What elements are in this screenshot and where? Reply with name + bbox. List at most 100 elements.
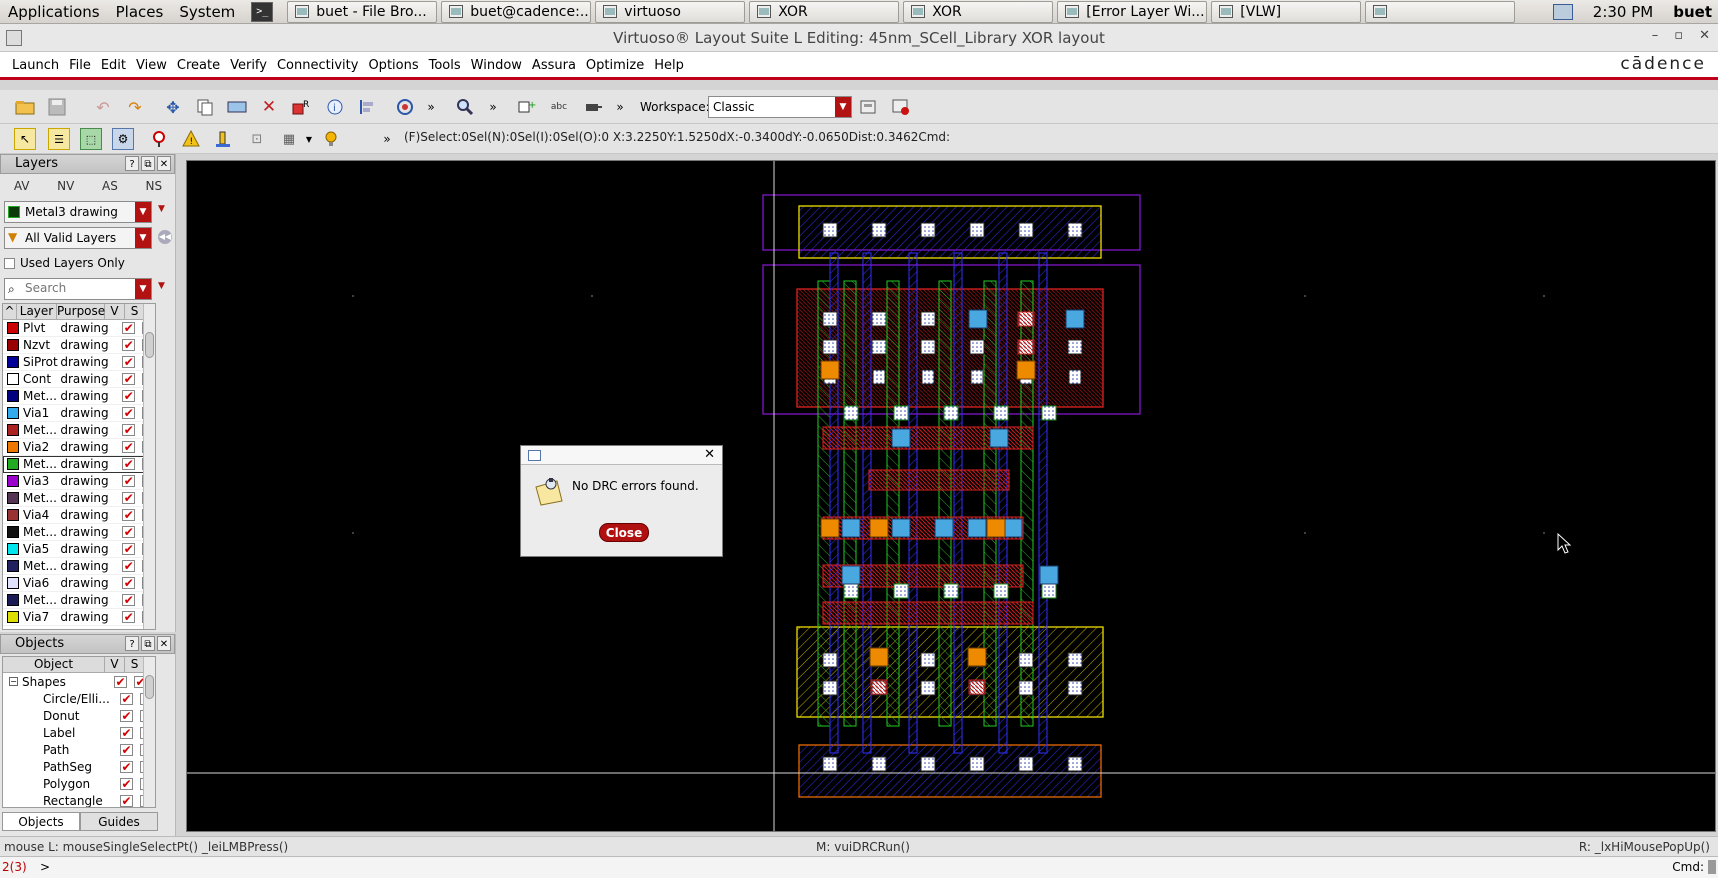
contact[interactable] [893,405,909,421]
chevron-down-icon[interactable]: ▼ [835,97,851,117]
contact[interactable] [822,652,838,668]
visible-checkbox[interactable]: ✔ [122,560,136,572]
visible-checkbox[interactable]: ✔ [122,526,136,538]
layer-row[interactable]: Met...drawing✔✔ [3,490,155,507]
visible-checkbox[interactable]: ✔ [120,777,133,790]
hierarchy-icon[interactable] [394,96,416,118]
menu-optimize[interactable]: Optimize [581,52,649,80]
layer-row[interactable]: Met...drawing✔✔ [3,422,155,439]
via1[interactable] [1003,518,1023,538]
via1[interactable] [934,518,954,538]
marker-icon[interactable] [212,128,234,150]
menu-create[interactable]: Create [172,52,225,80]
layer-search-field[interactable]: ⌕ ▼ [4,278,152,300]
contact[interactable] [1068,369,1082,385]
menu-assura[interactable]: Assura [527,52,581,80]
contact[interactable] [921,369,935,385]
layer-row[interactable]: Met...drawing✔✔ [3,524,155,541]
contact[interactable] [920,756,936,772]
visible-checkbox[interactable]: ✔ [122,441,136,453]
layout-canvas[interactable] [186,160,1716,832]
layer-row[interactable]: Met...drawing✔✔ [3,388,155,405]
via2[interactable] [1016,360,1036,380]
via1[interactable] [841,565,861,585]
visible-checkbox[interactable]: ✔ [122,509,136,521]
contact[interactable] [872,369,886,385]
menu-connectivity[interactable]: Connectivity [272,52,363,80]
taskbar-window-button[interactable]: virtuoso [595,0,746,23]
via1[interactable] [968,309,988,329]
layer-search-input[interactable] [25,281,125,295]
layer-row[interactable]: Via1drawing✔✔ [3,405,155,422]
float-icon[interactable]: ⧉ [141,156,155,171]
col-visible[interactable]: V [105,657,125,672]
visible-checkbox[interactable]: ✔ [114,675,127,688]
checkbox-icon[interactable] [4,257,15,269]
layer-row[interactable]: SiProtdrawing✔✔ [3,354,155,371]
via-marker[interactable] [1017,311,1035,327]
layer-row[interactable]: Met...drawing✔✔ [3,558,155,575]
contact[interactable] [871,339,887,355]
contact[interactable] [1067,339,1083,355]
layer-filter-select[interactable]: ▼ All Valid Layers ▼ [4,227,152,249]
align-icon[interactable] [356,96,378,118]
workspace-select[interactable]: Classic ▼ [708,96,852,118]
network-icon[interactable] [1552,3,1573,20]
ruler-icon[interactable]: ⊡ [246,128,268,150]
visible-checkbox[interactable]: ✔ [122,322,136,334]
contact[interactable] [822,311,838,327]
chevron-down-icon[interactable]: ▼ [135,202,151,222]
menu-file[interactable]: File [64,52,96,80]
contact[interactable] [843,583,859,599]
label-icon[interactable]: abc [548,96,570,118]
close-button[interactable]: Close [599,523,649,542]
close-window-icon[interactable]: ✕ [1699,28,1710,43]
create-instance-icon[interactable]: + [516,96,538,118]
layer-row[interactable]: Met...drawing✔✔ [3,456,155,473]
objects-tab-objects[interactable]: Objects [2,812,80,831]
col-selectable[interactable]: S [125,657,145,672]
via2[interactable] [869,647,889,667]
collapse-icon[interactable]: − [9,677,18,686]
workspace-save-icon[interactable] [858,96,880,118]
layer-menu-chevron-icon[interactable]: ▼ [158,204,165,214]
via-marker[interactable] [968,679,986,695]
move-icon[interactable]: ✥ [162,96,184,118]
taskbar-window-button[interactable]: buet - File Bro... [287,0,438,23]
save-icon[interactable] [46,96,68,118]
layer-tab-as[interactable]: AS [102,176,118,196]
visible-checkbox[interactable]: ✔ [122,339,136,351]
taskbar-window-button[interactable]: [Error Layer Wi... [1057,0,1208,23]
visible-checkbox[interactable]: ✔ [122,390,136,402]
pin-icon[interactable] [582,96,604,118]
taskbar-window-button[interactable]: XOR [903,0,1054,23]
delete-icon[interactable]: ✕ [258,96,280,118]
contact[interactable] [822,222,838,238]
visible-checkbox[interactable]: ✔ [122,373,136,385]
contact[interactable] [970,369,984,385]
dialog-close-icon[interactable]: ✕ [704,447,715,462]
col-layer[interactable]: Layer [17,304,57,319]
contact[interactable] [843,405,859,421]
objects-tree-root[interactable]: − Shapes ✔ ✔ [3,673,155,690]
contact[interactable] [920,652,936,668]
reshape-icon[interactable]: R [290,96,312,118]
via2[interactable] [967,647,987,667]
via-marker[interactable] [1017,339,1035,355]
gear-select-icon[interactable]: ⚙ [112,128,134,150]
via1[interactable] [891,428,911,448]
lightbulb-icon[interactable] [320,128,342,150]
visible-checkbox[interactable]: ✔ [120,743,133,756]
menu-launch[interactable]: Launch [7,52,64,80]
visible-checkbox[interactable]: ✔ [120,726,133,739]
zoom-icon[interactable] [454,96,476,118]
objects-tab-guides[interactable]: Guides [80,812,158,831]
menu-verify[interactable]: Verify [225,52,272,80]
menu-help[interactable]: Help [649,52,689,80]
layer-row[interactable]: Via4drawing✔✔ [3,507,155,524]
contact[interactable] [969,756,985,772]
visible-checkbox[interactable]: ✔ [120,709,133,722]
via1[interactable] [841,518,861,538]
chevron-down-icon[interactable]: ▼ [298,128,320,150]
toolbar-overflow-icon[interactable]: » [609,96,631,118]
